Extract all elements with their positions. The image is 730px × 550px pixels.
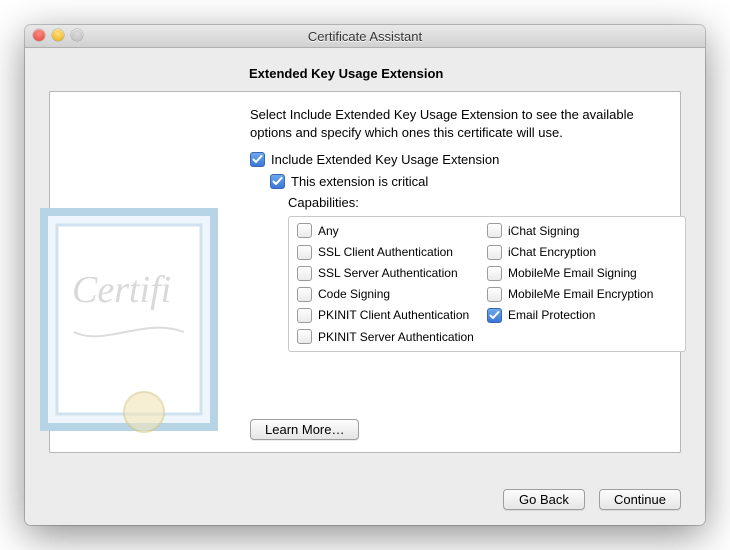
capability-checkbox[interactable] xyxy=(297,223,312,238)
capability-label: SSL Server Authentication xyxy=(318,265,458,281)
capability-checkbox[interactable] xyxy=(487,308,502,323)
inner-content: Select Include Extended Key Usage Extens… xyxy=(50,92,680,366)
intro-text: Select Include Extended Key Usage Extens… xyxy=(250,106,662,141)
capability-row[interactable]: Any xyxy=(297,223,487,239)
titlebar: Certificate Assistant xyxy=(25,25,705,48)
page-heading: Extended Key Usage Extension xyxy=(249,66,681,81)
close-icon[interactable] xyxy=(33,29,45,41)
content: Extended Key Usage Extension Certifi Sel… xyxy=(25,48,705,525)
body-panel: Certifi Select Include Extended Key Usag… xyxy=(49,91,681,453)
critical-checkbox[interactable] xyxy=(270,174,285,189)
capabilities-column-left: Any SSL Client Authentication SSL Server A… xyxy=(297,223,487,345)
capability-checkbox[interactable] xyxy=(487,223,502,238)
capability-checkbox[interactable] xyxy=(297,287,312,302)
critical-label: This extension is critical xyxy=(291,173,428,191)
capability-row[interactable]: iChat Encryption xyxy=(487,244,677,260)
capability-row[interactable]: SSL Client Authentication xyxy=(297,244,487,260)
capability-label: PKINIT Server Authentication xyxy=(318,329,474,345)
capability-row[interactable]: iChat Signing xyxy=(487,223,677,239)
capability-checkbox[interactable] xyxy=(297,245,312,260)
capability-label: MobileMe Email Encryption xyxy=(508,286,653,302)
capability-row[interactable]: SSL Server Authentication xyxy=(297,265,487,281)
capability-row[interactable]: Code Signing xyxy=(297,286,487,302)
continue-button[interactable]: Continue xyxy=(599,489,681,510)
window: Certificate Assistant Extended Key Usage… xyxy=(25,25,705,525)
capability-checkbox[interactable] xyxy=(487,245,502,260)
include-extension-row[interactable]: Include Extended Key Usage Extension xyxy=(250,151,662,169)
capabilities-column-right: iChat Signing iChat Encryption MobileMe Em… xyxy=(487,223,677,345)
learn-more-wrap: Learn More… xyxy=(250,419,359,440)
capabilities-box: Any SSL Client Authentication SSL Server A… xyxy=(288,216,686,352)
capability-label: Code Signing xyxy=(318,286,390,302)
capability-row[interactable]: PKINIT Client Authentication xyxy=(297,307,487,323)
include-extension-checkbox[interactable] xyxy=(250,152,265,167)
capability-label: iChat Signing xyxy=(508,223,579,239)
capability-checkbox[interactable] xyxy=(487,266,502,281)
minimize-icon[interactable] xyxy=(52,29,64,41)
include-extension-label: Include Extended Key Usage Extension xyxy=(271,151,499,169)
capability-row[interactable]: PKINIT Server Authentication xyxy=(297,329,487,345)
footer-buttons: Go Back Continue xyxy=(503,489,681,510)
capability-label: PKINIT Client Authentication xyxy=(318,307,469,323)
capability-checkbox[interactable] xyxy=(297,329,312,344)
zoom-icon xyxy=(71,29,83,41)
traffic-lights xyxy=(33,29,83,41)
critical-row[interactable]: This extension is critical xyxy=(270,173,662,191)
capability-label: SSL Client Authentication xyxy=(318,244,453,260)
capability-label: MobileMe Email Signing xyxy=(508,265,637,281)
capability-label: iChat Encryption xyxy=(508,244,596,260)
capability-label: Any xyxy=(318,223,339,239)
capability-label: Email Protection xyxy=(508,307,595,323)
capability-row[interactable]: MobileMe Email Encryption xyxy=(487,286,677,302)
learn-more-button[interactable]: Learn More… xyxy=(250,419,359,440)
capability-checkbox[interactable] xyxy=(297,266,312,281)
capability-row[interactable]: Email Protection xyxy=(487,307,677,323)
capability-row[interactable]: MobileMe Email Signing xyxy=(487,265,677,281)
window-title: Certificate Assistant xyxy=(308,29,422,44)
capability-checkbox[interactable] xyxy=(487,287,502,302)
go-back-button[interactable]: Go Back xyxy=(503,489,585,510)
capabilities-label: Capabilities: xyxy=(288,194,662,212)
capability-checkbox[interactable] xyxy=(297,308,312,323)
